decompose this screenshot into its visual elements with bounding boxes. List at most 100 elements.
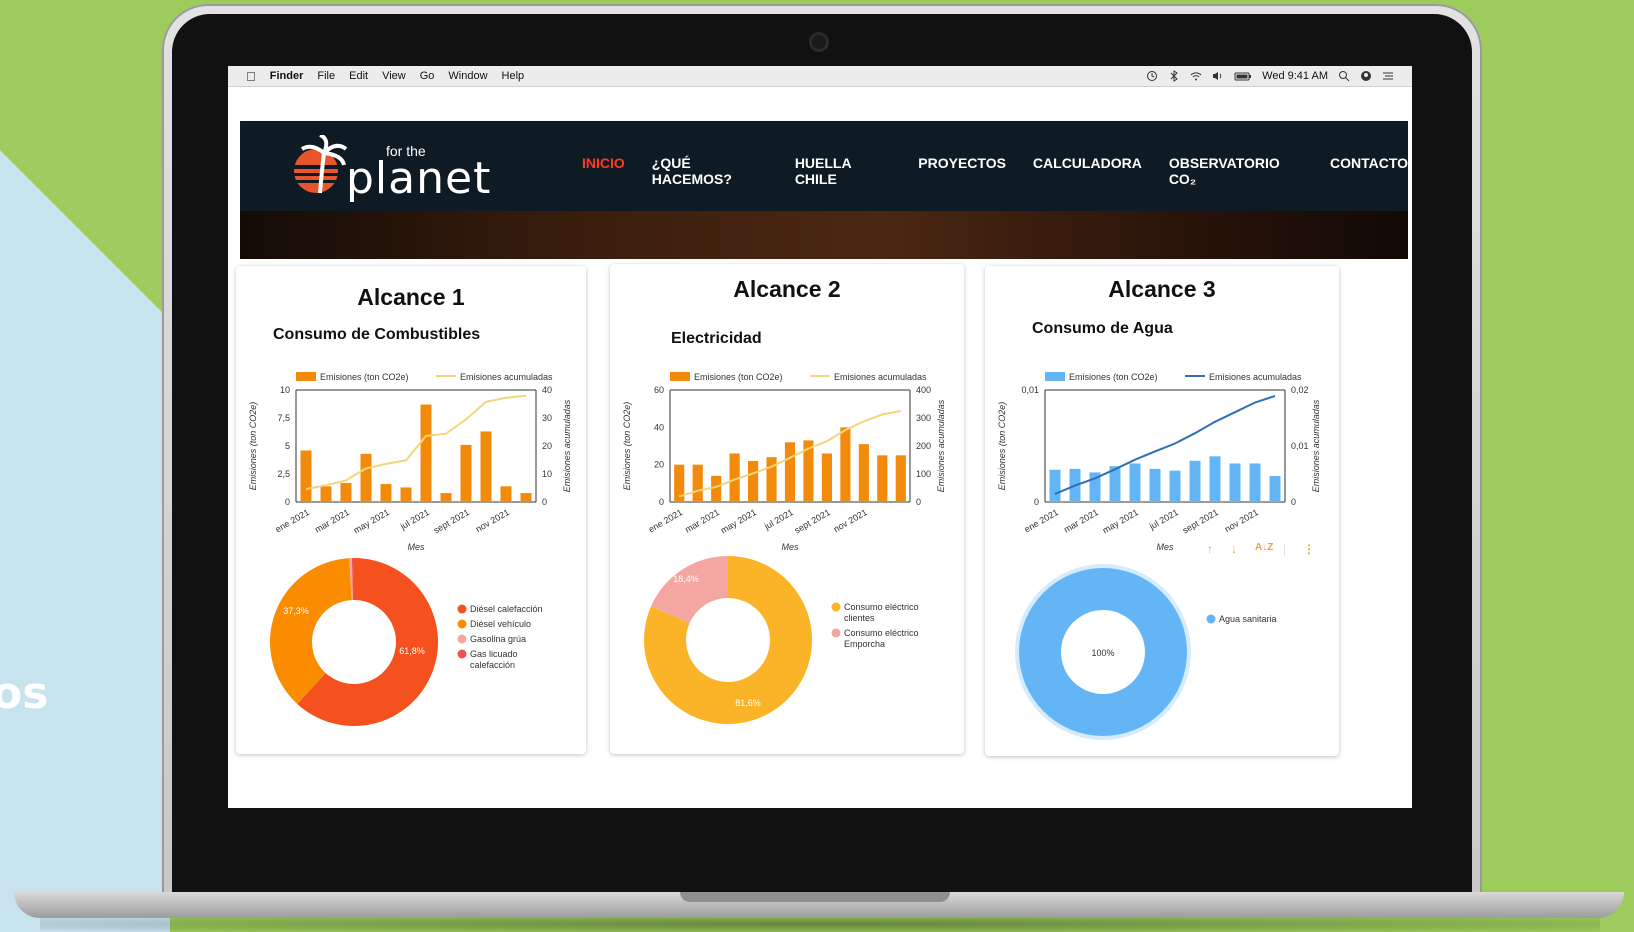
y-right-tick-label: 200 (916, 441, 931, 451)
volume-icon[interactable] (1212, 70, 1224, 82)
bar-mark (520, 493, 532, 502)
pie-legend-swatch (457, 634, 467, 644)
nav-proyectos[interactable]: PROYECTOS (918, 155, 1006, 187)
apple-icon[interactable]:  (246, 69, 256, 84)
bar-mark (380, 484, 392, 502)
time-machine-icon[interactable] (1146, 70, 1158, 82)
card-subtitle: Consumo de Combustibles (273, 326, 481, 343)
x-tick-label: may 2021 (719, 507, 758, 535)
menu-help[interactable]: Help (502, 70, 525, 82)
toolbar-divider: | (1283, 542, 1287, 556)
x-tick-label: mar 2021 (313, 507, 351, 535)
site-logo[interactable]: for the planet (290, 133, 490, 204)
y-left-tick-label: 5 (285, 441, 290, 451)
wifi-icon[interactable] (1190, 70, 1202, 82)
pie-legend-label: Gas licuado calefacción (470, 649, 518, 670)
legend-bar-label: Emisiones (ton CO2e) (320, 372, 409, 382)
y-right-tick-label: 100 (916, 469, 931, 479)
x-tick-label: may 2021 (352, 507, 391, 535)
y-right-axis-title: Emisiones acumuladas (562, 399, 572, 492)
hero-banner-strip (240, 211, 1408, 259)
x-tick-label: ene 2021 (647, 507, 685, 534)
menu-edit[interactable]: Edit (349, 70, 368, 82)
bar-mark (1269, 476, 1281, 502)
x-tick-label: mar 2021 (683, 507, 721, 535)
y-left-tick-label: 40 (654, 422, 664, 432)
battery-icon[interactable] (1234, 70, 1252, 82)
spotlight-search-icon[interactable] (1338, 70, 1350, 82)
menu-view[interactable]: View (382, 70, 406, 82)
y-right-axis-title: Emisiones acumuladas (1311, 399, 1321, 492)
slice-label: 61,8% (399, 646, 425, 656)
y-right-tick-label: 10 (542, 469, 552, 479)
bar-mark (500, 486, 512, 502)
menu-file[interactable]: File (317, 70, 335, 82)
x-tick-label: ene 2021 (273, 507, 311, 534)
user-account-icon[interactable] (1360, 70, 1372, 82)
pie-legend-label: Diésel vehículo (470, 619, 531, 629)
bar-mark (1049, 469, 1061, 502)
y-left-axis-title: Emisiones (ton CO2e) (622, 402, 632, 491)
card-title: Alcance 1 (357, 284, 465, 310)
laptop-notch (680, 892, 950, 902)
nav-contacto[interactable]: CONTACTO (1330, 155, 1408, 187)
laptop-shadow (40, 916, 1600, 932)
bar-mark (895, 455, 906, 502)
sort-descending-icon[interactable]: ↓ (1231, 542, 1237, 556)
menubar-clock[interactable]: Wed 9:41 AM (1262, 70, 1328, 82)
sort-az-icon[interactable]: A↓Z (1255, 542, 1273, 553)
y-right-tick-label: 0 (542, 497, 547, 507)
y-right-tick-label: 40 (542, 385, 552, 395)
donut-chart-alcance-1: 61,8% 37,3% Diésel calefacción Diésel vehíc… (270, 558, 543, 726)
x-tick-label: nov 2021 (1223, 507, 1260, 534)
nav-calculadora[interactable]: CALCULADORA (1033, 155, 1142, 187)
y-left-tick-label: 7,5 (277, 413, 290, 423)
pie-legend-label: Diésel calefacción (470, 604, 543, 614)
x-axis-title: Mes (407, 542, 425, 552)
nav-huella-chile[interactable]: HUELLA CHILE (795, 155, 891, 187)
combo-chart-alcance-1: Emisiones (ton CO2e) Emisiones acumuladas… (248, 372, 572, 552)
legend-line-label: Emisiones acumuladas (834, 372, 927, 382)
more-options-icon[interactable]: ⋮ (1303, 542, 1315, 556)
bar-mark (300, 450, 312, 502)
x-tick-label: sept 2021 (1181, 507, 1220, 535)
bar-mark (340, 482, 352, 502)
y-left-tick-label: 10 (280, 385, 290, 395)
x-tick-label: sept 2021 (432, 507, 471, 535)
pie-legend-swatch (457, 619, 467, 629)
x-axis-title: Mes (1156, 542, 1174, 552)
x-tick-label: may 2021 (1101, 507, 1140, 535)
donut-chart-alcance-3: 100% Agua sanitaria (1015, 564, 1277, 740)
x-tick-label: nov 2021 (832, 507, 869, 534)
bar-mark (784, 442, 796, 502)
y-right-tick-label: 0,02 (1291, 385, 1309, 395)
y-left-tick-label: 0,01 (1021, 385, 1039, 395)
y-left-axis-title: Emisiones (ton CO2e) (997, 402, 1007, 491)
x-tick-label: sept 2021 (793, 507, 832, 535)
bar-mark (360, 453, 372, 502)
notification-center-icon[interactable] (1382, 70, 1394, 82)
y-left-tick-label: 20 (654, 460, 664, 470)
sort-ascending-icon[interactable]: ↑ (1207, 542, 1213, 556)
y-right-tick-label: 0 (1291, 497, 1296, 507)
combo-chart-alcance-3: Emisiones (ton CO2e) Emisiones acumuladas… (997, 372, 1321, 552)
nav-inicio[interactable]: INICIO (582, 155, 625, 187)
bluetooth-icon[interactable] (1168, 70, 1180, 82)
menu-go[interactable]: Go (420, 70, 435, 82)
bar-mark (460, 444, 472, 502)
y-right-tick-label: 400 (916, 385, 931, 395)
y-right-tick-label: 0 (916, 497, 921, 507)
slice-label: 37,3% (283, 606, 309, 616)
logo-text-big: planet (346, 153, 492, 204)
bar-mark (711, 475, 722, 502)
menu-window[interactable]: Window (448, 70, 487, 82)
card-alcance-1: Alcance 1 Consumo de Combustibles Emisio… (236, 266, 586, 754)
card-subtitle: Consumo de Agua (1032, 320, 1173, 337)
nav-que-hacemos[interactable]: ¿QUÉ HACEMOS? (652, 155, 768, 187)
card-title: Alcance 3 (1108, 276, 1216, 302)
menu-app-name[interactable]: Finder (270, 70, 304, 82)
bar-mark (1229, 463, 1241, 502)
card-alcance-2: Alcance 2 Electricidad Emisiones (ton CO… (610, 264, 964, 754)
nav-observatorio[interactable]: OBSERVATORIO CO₂ (1169, 155, 1303, 187)
x-tick-label: jul 2021 (762, 507, 795, 532)
